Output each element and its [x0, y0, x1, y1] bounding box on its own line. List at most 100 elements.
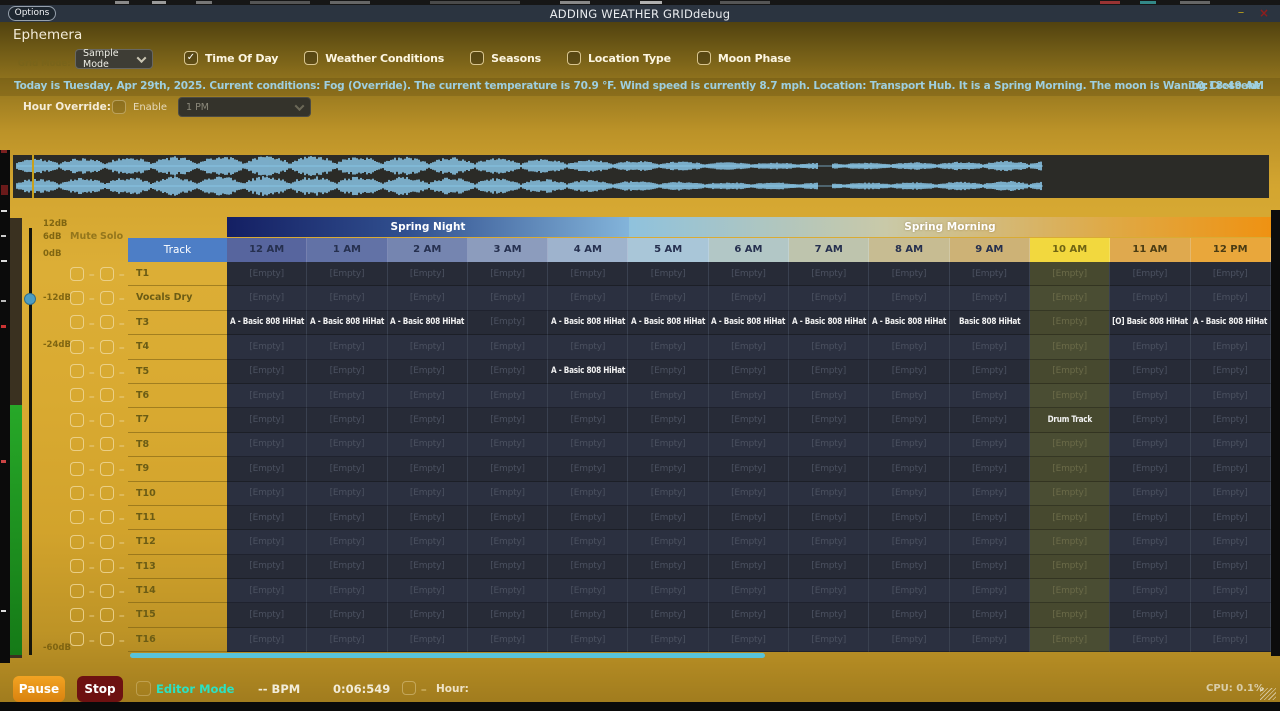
grid-cell[interactable]: [Empty]: [1191, 603, 1271, 627]
grid-cell[interactable]: [Empty]: [468, 628, 548, 652]
grid-cell[interactable]: [Empty]: [1110, 530, 1190, 554]
grid-cell[interactable]: [Empty]: [307, 433, 387, 457]
grid-cell[interactable]: [Empty]: [1110, 457, 1190, 481]
grid-cell[interactable]: [Empty]: [709, 433, 789, 457]
grid-cell[interactable]: [Empty]: [307, 408, 387, 432]
grid-cell[interactable]: [Empty]: [227, 384, 307, 408]
grid-cell[interactable]: [Empty]: [227, 530, 307, 554]
grid-cell[interactable]: [Empty]: [1191, 408, 1271, 432]
grid-cell[interactable]: [Empty]: [548, 628, 628, 652]
grid-cell[interactable]: [Empty]: [869, 384, 949, 408]
grid-cell[interactable]: [Empty]: [1191, 433, 1271, 457]
grid-cell[interactable]: [Empty]: [227, 628, 307, 652]
grid-cell[interactable]: [Empty]: [1110, 579, 1190, 603]
hour-override-enable-checkbox[interactable]: [112, 100, 126, 114]
grid-cell[interactable]: [Empty]: [388, 286, 468, 310]
mute-checkbox[interactable]: [70, 291, 84, 305]
grid-cell[interactable]: [Empty]: [1191, 555, 1271, 579]
grid-cell[interactable]: [Empty]: [227, 335, 307, 359]
grid-cell[interactable]: [Empty]: [388, 628, 468, 652]
solo-checkbox[interactable]: [100, 340, 114, 354]
grid-cell[interactable]: A - Basic 808 HiHat: [869, 311, 949, 335]
grid-cell[interactable]: A - Basic 808 HiHat: [307, 311, 387, 335]
grid-cell[interactable]: [Empty]: [227, 433, 307, 457]
grid-cell[interactable]: [Empty]: [1110, 482, 1190, 506]
grid-cell[interactable]: [Empty]: [388, 433, 468, 457]
grid-cell[interactable]: [Empty]: [468, 506, 548, 530]
grid-cell[interactable]: [Empty]: [1191, 384, 1271, 408]
grid-cell[interactable]: [Empty]: [468, 457, 548, 481]
grid-cell[interactable]: [Empty]: [628, 530, 708, 554]
grid-cell[interactable]: [Empty]: [227, 262, 307, 286]
grid-cell[interactable]: [Empty]: [628, 286, 708, 310]
solo-checkbox[interactable]: [100, 608, 114, 622]
grid-cell[interactable]: A - Basic 808 HiHat: [789, 311, 869, 335]
grid-cell[interactable]: [Empty]: [709, 286, 789, 310]
grid-cell[interactable]: [Empty]: [388, 530, 468, 554]
grid-cell[interactable]: A - Basic 808 HiHat: [388, 311, 468, 335]
grid-cell[interactable]: [Empty]: [548, 335, 628, 359]
grid-cell[interactable]: [Empty]: [1191, 482, 1271, 506]
grid-cell[interactable]: [Empty]: [227, 603, 307, 627]
toggle-seasons[interactable]: Seasons: [470, 51, 541, 65]
grid-cell[interactable]: [Empty]: [1110, 555, 1190, 579]
grid-cell[interactable]: [Empty]: [869, 360, 949, 384]
grid-cell[interactable]: [Empty]: [1110, 408, 1190, 432]
grid-cell[interactable]: A - Basic 808 HiHat: [628, 311, 708, 335]
grid-cell[interactable]: A - Basic 808 HiHat: [709, 311, 789, 335]
grid-cell[interactable]: [Empty]: [1110, 433, 1190, 457]
grid-cell[interactable]: [Empty]: [468, 262, 548, 286]
grid-cell[interactable]: [Empty]: [628, 579, 708, 603]
grid-cell[interactable]: [Empty]: [709, 603, 789, 627]
grid-cell[interactable]: [Empty]: [388, 262, 468, 286]
grid-cell[interactable]: [Empty]: [468, 555, 548, 579]
grid-cell[interactable]: [Empty]: [388, 360, 468, 384]
grid-cell[interactable]: [Empty]: [789, 360, 869, 384]
grid-cell[interactable]: [Empty]: [709, 555, 789, 579]
grid-cell[interactable]: [Empty]: [227, 555, 307, 579]
grid-cell[interactable]: [Empty]: [1110, 506, 1190, 530]
grid-cell[interactable]: [Empty]: [950, 286, 1030, 310]
grid-cell[interactable]: [Empty]: [307, 530, 387, 554]
grid-cell[interactable]: [Empty]: [950, 579, 1030, 603]
grid-cell[interactable]: [Empty]: [1191, 506, 1271, 530]
grid-cell[interactable]: [Empty]: [709, 262, 789, 286]
grid-cell[interactable]: [Empty]: [628, 457, 708, 481]
resize-grip-icon[interactable]: [1260, 688, 1276, 700]
solo-checkbox[interactable]: [100, 413, 114, 427]
grid-cell[interactable]: [Empty]: [548, 433, 628, 457]
grid-cell[interactable]: Drum Track: [1030, 408, 1110, 432]
grid-cell[interactable]: [Empty]: [468, 360, 548, 384]
grid-cell[interactable]: [Empty]: [869, 506, 949, 530]
solo-checkbox[interactable]: [100, 388, 114, 402]
grid-cell[interactable]: [Empty]: [548, 482, 628, 506]
grid-cell[interactable]: A - Basic 808 HiHat: [1191, 311, 1271, 335]
mute-checkbox[interactable]: [70, 486, 84, 500]
grid-cell[interactable]: [Empty]: [307, 506, 387, 530]
grid-cell[interactable]: [Empty]: [307, 603, 387, 627]
grid-cell[interactable]: [Empty]: [709, 384, 789, 408]
grid-cell[interactable]: [Empty]: [1110, 286, 1190, 310]
solo-checkbox[interactable]: [100, 437, 114, 451]
grid-cell[interactable]: [Empty]: [950, 530, 1030, 554]
grid-cell[interactable]: [Empty]: [789, 603, 869, 627]
grid-cell[interactable]: [Empty]: [789, 384, 869, 408]
grid-cell[interactable]: [Empty]: [227, 457, 307, 481]
grid-cell[interactable]: [Empty]: [869, 408, 949, 432]
solo-checkbox[interactable]: [100, 559, 114, 573]
grid-cell[interactable]: [Empty]: [227, 408, 307, 432]
grid-cell[interactable]: [Empty]: [709, 628, 789, 652]
grid-cell[interactable]: [Empty]: [388, 408, 468, 432]
grid-cell[interactable]: [Empty]: [468, 408, 548, 432]
grid-cell[interactable]: [Empty]: [1030, 360, 1110, 384]
grid-cell[interactable]: [Empty]: [307, 579, 387, 603]
solo-checkbox[interactable]: [100, 486, 114, 500]
grid-cell[interactable]: [Empty]: [1030, 603, 1110, 627]
mute-checkbox[interactable]: [70, 584, 84, 598]
grid-cell[interactable]: [Empty]: [468, 384, 548, 408]
mute-checkbox[interactable]: [70, 364, 84, 378]
close-icon[interactable]: ×: [1256, 6, 1272, 21]
solo-checkbox[interactable]: [100, 291, 114, 305]
mute-checkbox[interactable]: [70, 315, 84, 329]
grid-cell[interactable]: [Empty]: [869, 262, 949, 286]
